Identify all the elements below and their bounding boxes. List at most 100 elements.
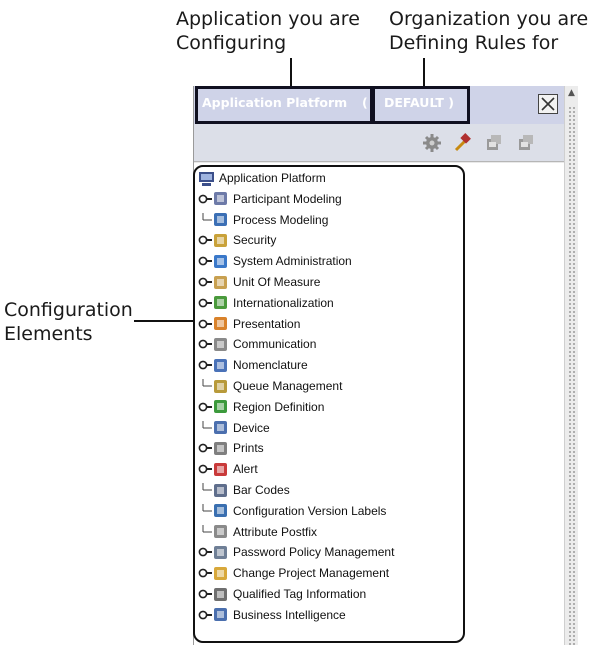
tree-item-label: Prints [233,441,264,456]
tree-item-label: Bar Codes [233,483,290,497]
tree-item[interactable]: Internationalization [198,293,334,313]
tree-item[interactable]: Business Intelligence [198,605,346,625]
measure-icon [212,274,229,291]
tag-icon [212,586,229,603]
tree-item-label: Configuration Version Labels [233,503,387,518]
tree-item-label: Device [233,420,270,435]
tree-item-label: Internationalization [233,295,334,310]
callout-organization-line2: Defining Rules for [389,32,559,54]
expand-toggle-icon[interactable] [198,337,212,351]
expand-toggle-icon[interactable] [198,587,212,601]
printer-icon [212,440,229,457]
application-highlight-box [195,86,373,124]
leader-application [290,58,292,88]
tree-item[interactable]: Region Definition [198,397,324,417]
tree-item[interactable]: Configuration Version Labels [198,501,386,521]
tree-root[interactable]: Application Platform [198,168,326,188]
admin-icon [212,253,229,270]
expand-toggle-icon[interactable] [198,400,212,414]
tree-item[interactable]: Queue Management [198,376,342,396]
expand-toggle-icon[interactable] [198,566,212,580]
expand-toggle-icon[interactable] [198,233,212,247]
save-button[interactable] [484,133,504,153]
close-icon [541,97,555,111]
callout-configuration: Configuration Elements [4,298,133,346]
expand-toggle-icon[interactable] [198,296,212,310]
tree-item[interactable]: Security [198,230,276,250]
expand-toggle-icon[interactable] [198,545,212,559]
tree-item[interactable]: Prints [198,438,264,458]
bi-icon [212,606,229,623]
save-icon [487,135,501,150]
tree-item-label: System Administration [233,254,352,269]
tree-item[interactable]: Communication [198,334,316,354]
tree-item-label: Region Definition [233,399,325,414]
gear-button[interactable] [422,133,442,153]
tree-item[interactable]: Change Project Management [198,563,389,583]
organization-highlight-box [372,86,470,124]
tree-connector-icon [198,483,212,497]
tree-item-label: Nomenclature [233,358,308,373]
tree-item[interactable]: Participant Modeling [198,189,342,209]
tree-item[interactable]: Bar Codes [198,480,290,500]
callout-configuration-line1: Configuration [4,299,133,321]
tree-root-label: Application Platform [219,171,326,185]
device-icon [212,419,229,436]
tree-item-label: Process Modeling [233,212,329,227]
config-panel: Application Platform ( DEFAULT ) Applica… [193,86,578,645]
callout-application: Application you are Configuring [176,7,360,55]
application-icon [198,170,215,187]
communication-icon [212,336,229,353]
title-bar: Application Platform ( DEFAULT ) [194,86,564,124]
tree-item[interactable]: Attribute Postfix [198,522,317,542]
tree-item[interactable]: Qualified Tag Information [198,584,366,604]
callout-organization: Organization you are Defining Rules for [389,7,588,55]
expand-toggle-icon[interactable] [198,254,212,268]
expand-toggle-icon[interactable] [198,462,212,476]
password-icon [212,544,229,561]
alert-icon [212,461,229,478]
participant-icon [212,190,229,207]
tree-item-label: Qualified Tag Information [233,587,367,601]
expand-toggle-icon[interactable] [198,608,212,622]
tree-item-label: Unit Of Measure [233,275,321,289]
version-icon [212,502,229,519]
tree-item-label: Business Intelligence [233,607,346,622]
tree-item-label: Password Policy Management [233,545,395,560]
tree-item[interactable]: Device [198,418,270,438]
tree-item[interactable]: Presentation [198,314,300,334]
scrollbar-track [568,106,576,645]
process-icon [212,211,229,228]
toolbar [194,124,564,162]
callout-configuration-line2: Elements [4,323,93,345]
gear-icon [423,134,441,152]
expand-toggle-icon[interactable] [198,275,212,289]
save-as-icon [519,135,533,150]
expand-toggle-icon[interactable] [198,358,212,372]
tree-item[interactable]: Alert [198,459,258,479]
hammer-button[interactable] [452,133,472,153]
tree-item[interactable]: Unit Of Measure [198,272,320,292]
tree-connector-icon [198,420,212,435]
tree-item[interactable]: System Administration [198,251,352,271]
expand-toggle-icon[interactable] [198,317,212,331]
nomenclature-icon [212,357,229,374]
tree-item[interactable]: Nomenclature [198,355,308,375]
tree-item[interactable]: Process Modeling [198,210,328,230]
security-icon [212,232,229,249]
expand-toggle-icon[interactable] [198,441,212,455]
tree-item-label: Presentation [233,316,301,331]
scroll-up-icon: ▲ [568,88,575,98]
vertical-scrollbar[interactable]: ▲ [564,86,578,645]
callout-application-line1: Application you are [176,8,360,30]
project-icon [212,565,229,582]
leader-configuration [134,320,194,322]
queue-icon [212,378,229,395]
tree-item[interactable]: Password Policy Management [198,542,394,562]
expand-toggle-icon[interactable] [198,192,212,206]
close-button[interactable] [538,94,558,114]
tree-item-label: Communication [233,337,317,352]
tree-connector-icon [198,524,212,539]
globe-icon [212,294,229,311]
save-as-button[interactable] [516,133,536,153]
